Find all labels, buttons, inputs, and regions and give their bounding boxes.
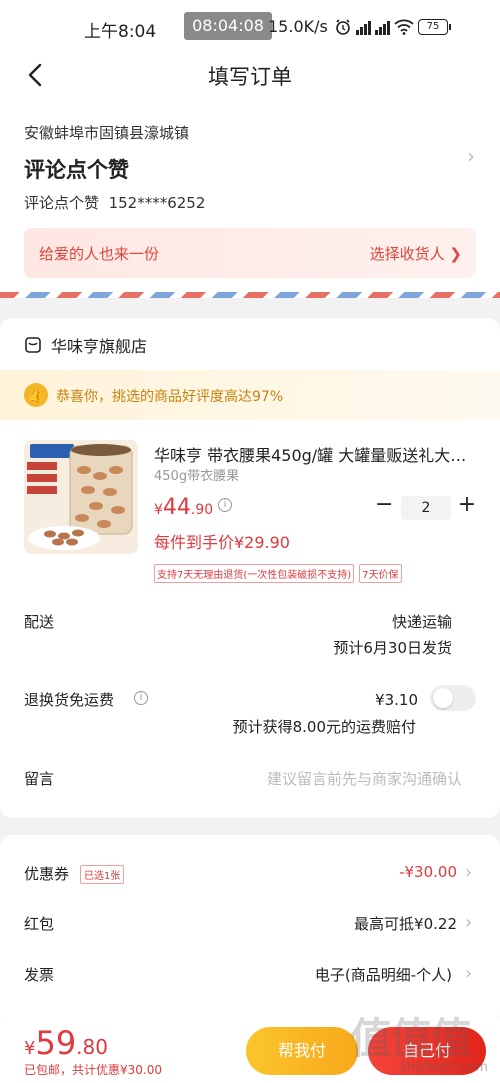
- store-header[interactable]: 华味亨旗舰店: [24, 333, 147, 357]
- product-tags: 支持7天无理由退货(一次性包装破损不支持) 7天价保: [154, 564, 402, 583]
- product-price: ¥44.90: [154, 495, 213, 520]
- unit-price: 每件到手价¥29.90: [154, 533, 290, 552]
- chevron-right-icon[interactable]: ›: [465, 912, 472, 933]
- quantity-value[interactable]: 2: [401, 496, 451, 520]
- tag-price-protect: 7天价保: [359, 564, 402, 583]
- quantity-increase-button[interactable]: +: [457, 494, 477, 518]
- wifi-icon: [394, 19, 414, 35]
- contact-name: 评论点个赞: [24, 194, 100, 212]
- address-region: 安徽蚌埠市固镇县濠城镇: [24, 124, 190, 142]
- store-name: 华味亨旗舰店: [51, 337, 148, 356]
- red-packet-value[interactable]: 最高可抵¥0.22: [354, 913, 457, 934]
- status-icons: 75: [334, 16, 451, 38]
- alarm-icon: [336, 19, 350, 35]
- message-label: 留言: [24, 770, 55, 788]
- price-symbol: ¥: [154, 502, 163, 518]
- price-int: 44: [162, 495, 191, 520]
- address-section[interactable]: 安徽蚌埠市固镇县濠城镇 评论点个赞 评论点个赞 152****6252 › 给爱…: [0, 102, 500, 298]
- clock-overlay: 08:04:08: [184, 12, 272, 40]
- envelope-strip: [0, 292, 500, 298]
- return-shipping-label: 退换货免运费: [24, 691, 115, 709]
- congrats-text: 恭喜你，挑选的商品好评度高达97%: [56, 389, 284, 405]
- battery-icon: 75: [418, 19, 451, 35]
- page-title: 填写订单: [208, 65, 292, 89]
- contact-phone: 152****6252: [108, 194, 206, 212]
- congrats-banner: 👍 恭喜你，挑选的商品好评度高达97%: [0, 370, 500, 420]
- signal-icon: [356, 19, 371, 35]
- gift-bar[interactable]: 给爱的人也来一份 选择收货人 ❯: [24, 228, 476, 278]
- invoice-value[interactable]: 电子(商品明细-个人): [315, 964, 452, 985]
- nav-bar: 填写订单: [0, 52, 500, 102]
- coupon-badge: 已选1张: [80, 865, 125, 884]
- select-recipient-link[interactable]: 选择收货人 ❯: [370, 243, 462, 264]
- watermark: 值值值: [350, 1014, 472, 1063]
- return-shipping-price: ¥3.10: [375, 691, 418, 709]
- address-name: 评论点个赞: [24, 158, 129, 182]
- cashew-jar-image: [24, 440, 138, 554]
- status-time: 上午8:04: [84, 22, 157, 42]
- thumbs-up-icon: 👍: [24, 383, 48, 407]
- help-pay-button[interactable]: 帮我付: [246, 1027, 358, 1075]
- product-title[interactable]: 华味亨 带衣腰果450g/罐 大罐量贩送礼大…: [154, 442, 484, 466]
- info-icon[interactable]: i: [218, 498, 232, 512]
- total-symbol: ¥: [24, 1038, 36, 1059]
- watermark-url: zhizhizhi.com: [400, 1060, 488, 1075]
- total-int: 59: [35, 1024, 77, 1062]
- delivery-label: 配送: [24, 613, 55, 631]
- info-icon[interactable]: i: [134, 691, 148, 705]
- chevron-right-icon[interactable]: ›: [467, 144, 475, 168]
- quantity-decrease-button[interactable]: −: [375, 494, 393, 518]
- tag-return-policy: 支持7天无理由退货(一次性包装破损不支持): [154, 564, 355, 583]
- return-shipping-toggle[interactable]: [430, 685, 476, 711]
- total-subtext: 已包邮，共计优惠¥30.00: [24, 1063, 162, 1077]
- coupon-value[interactable]: -¥30.00: [399, 863, 457, 881]
- store-icon: [25, 337, 41, 353]
- chevron-right-icon[interactable]: ›: [465, 963, 472, 984]
- price-dec: .90: [190, 502, 214, 518]
- total-price: ¥59.80: [24, 1024, 108, 1062]
- product-image[interactable]: [24, 440, 138, 554]
- gift-prompt: 给爱的人也来一份: [39, 245, 160, 263]
- delivery-method[interactable]: 快递运输: [392, 611, 452, 632]
- message-input[interactable]: 建议留言前先与商家沟通确认: [267, 768, 462, 789]
- return-shipping-note: 预计获得8.00元的运费赔付: [232, 718, 416, 736]
- address-contact: 评论点个赞 152****6252: [24, 192, 205, 213]
- red-packet-label: 红包: [24, 915, 55, 933]
- product-spec: 450g带衣腰果: [154, 469, 240, 484]
- signal-icon: [375, 19, 390, 35]
- net-speed: 15.0K/s: [268, 17, 328, 36]
- total-dec: .80: [76, 1035, 108, 1059]
- status-bar: 上午8:04 08:04:08 15.0K/s 75: [0, 0, 500, 52]
- delivery-eta: 预计6月30日发货: [333, 639, 452, 657]
- invoice-label: 发票: [24, 966, 55, 984]
- chevron-right-icon[interactable]: ›: [465, 862, 472, 883]
- store-card: 华味亨旗舰店 👍 恭喜你，挑选的商品好评度高达97% 华味亨 带衣腰果450g/…: [0, 318, 500, 818]
- coupon-label: 优惠券: [24, 865, 70, 883]
- discounts-card: 优惠券 已选1张 -¥30.00 › 红包 最高可抵¥0.22 › 发票 电子(…: [0, 835, 500, 1025]
